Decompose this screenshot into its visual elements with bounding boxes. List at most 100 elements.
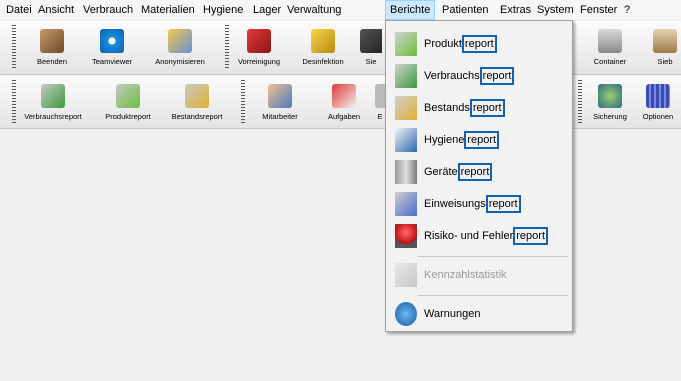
extra-button[interactable]: E <box>375 84 385 121</box>
product-report-icon <box>116 84 140 108</box>
toolbar-grip[interactable] <box>12 80 16 124</box>
menu-item-label: Geräte <box>424 166 458 178</box>
highlight-box: report <box>485 195 521 213</box>
disinfection-icon <box>311 29 335 53</box>
highlight-box: report <box>461 35 497 53</box>
bestandsreport-button[interactable]: Bestandsreport <box>166 84 228 121</box>
sicherung-label: Sicherung <box>593 112 627 121</box>
menu-item-risikoreport[interactable]: Risiko- und Fehler report <box>386 220 572 252</box>
device-report-icon <box>395 160 417 184</box>
statistics-icon <box>395 263 417 287</box>
menu-item-produktreport[interactable]: Produkt report <box>386 28 572 60</box>
menu-verbrauch[interactable]: Verbrauch <box>79 0 137 20</box>
menu-item-hygienereport[interactable]: Hygiene report <box>386 124 572 156</box>
menu-item-verbrauchsreport[interactable]: Verbrauchs report <box>386 60 572 92</box>
verbrauchsreport-button[interactable]: Verbrauchsreport <box>18 84 88 121</box>
menu-help[interactable]: ? <box>620 0 634 20</box>
optionen-button[interactable]: Optionen <box>638 84 678 121</box>
verbrauchsreport-label: Verbrauchsreport <box>24 112 82 121</box>
menu-item-label: Hygiene <box>424 134 465 146</box>
menu-item-warnungen[interactable]: Warnungen <box>386 298 572 330</box>
warning-icon <box>395 302 417 326</box>
tasks-icon <box>332 84 356 108</box>
toolbar-main: Beenden Teamviewer Anonymisieren Vorrein… <box>0 21 681 75</box>
menu-berichte[interactable]: Berichte <box>385 0 436 20</box>
aufgaben-label: Aufgaben <box>327 112 361 121</box>
menu-item-einweisungsreport[interactable]: Einweisungs report <box>386 188 572 220</box>
menu-extras[interactable]: Extras <box>496 0 535 20</box>
teamviewer-icon <box>100 29 124 53</box>
menu-ansicht[interactable]: Ansicht <box>34 0 78 20</box>
toolbar-grip[interactable] <box>241 80 245 124</box>
mitarbeiter-button[interactable]: Mitarbeiter <box>258 84 302 121</box>
alarm-light-icon <box>395 224 417 248</box>
menu-item-kennzahlstatistik: Kennzahlstatistik <box>386 259 572 291</box>
stock-report-icon <box>185 84 209 108</box>
highlight-box: report <box>513 227 549 245</box>
optionen-label: Optionen <box>642 112 674 121</box>
anonymisieren-label: Anonymisieren <box>155 57 205 66</box>
teamviewer-label: Teamviewer <box>91 57 132 66</box>
anonymisieren-button[interactable]: Anonymisieren <box>150 29 210 66</box>
stock-report-icon <box>395 96 417 120</box>
aufgaben-button[interactable]: Aufgaben <box>322 84 366 121</box>
hygiene-report-icon <box>395 128 417 152</box>
sterilisation-label: Sie <box>365 57 377 66</box>
menu-item-label: Warnungen <box>424 308 481 320</box>
extra-icon <box>375 84 385 108</box>
menu-system[interactable]: System <box>533 0 578 20</box>
toolbar-grip[interactable] <box>225 25 229 69</box>
menu-patienten[interactable]: Patienten <box>438 0 492 20</box>
menu-item-label: Einweisungs <box>424 198 486 210</box>
menu-item-label: Bestands <box>424 102 470 114</box>
menu-datei[interactable]: Datei <box>2 0 36 20</box>
menu-verwaltung[interactable]: Verwaltung <box>283 0 345 20</box>
menu-item-geraetereport[interactable]: Geräte report <box>386 156 572 188</box>
sterilisation-button[interactable]: Sie <box>360 29 382 66</box>
beenden-button[interactable]: Beenden <box>32 29 72 66</box>
exit-icon <box>40 29 64 53</box>
desinfektion-button[interactable]: Desinfektion <box>300 29 346 66</box>
menu-item-label: Verbrauchs <box>424 70 480 82</box>
vorreinigung-button[interactable]: Vorreinigung <box>235 29 283 66</box>
menu-materialien[interactable]: Materialien <box>137 0 199 20</box>
instruction-report-icon <box>395 192 417 216</box>
highlight-box: report <box>457 163 493 181</box>
menu-item-bestandsreport[interactable]: Bestands report <box>386 92 572 124</box>
berichte-dropdown: Produkt report Verbrauchs report Bestands r… <box>385 20 573 332</box>
menu-bar: Datei Ansicht Verbrauch Materialien Hygi… <box>0 0 681 20</box>
menu-fenster[interactable]: Fenster <box>576 0 621 20</box>
menu-item-label: Risiko- und Fehler <box>424 230 514 242</box>
container-button[interactable]: Container <box>590 29 630 66</box>
menu-hygiene[interactable]: Hygiene <box>199 0 247 20</box>
toolbar-grip[interactable] <box>578 80 582 124</box>
sterilization-icon <box>360 29 382 53</box>
desinfektion-label: Desinfektion <box>302 57 344 66</box>
beenden-label: Beenden <box>36 57 68 66</box>
options-icon <box>646 84 670 108</box>
menu-item-label: Kennzahlstatistik <box>424 269 507 281</box>
sicherung-button[interactable]: Sicherung <box>588 84 632 121</box>
produktreport-button[interactable]: Produktreport <box>100 84 156 121</box>
highlight-box: report <box>479 67 515 85</box>
usage-report-icon <box>41 84 65 108</box>
sieve-icon <box>653 29 677 53</box>
vorreinigung-label: Vorreinigung <box>237 57 281 66</box>
menu-lager[interactable]: Lager <box>249 0 285 20</box>
container-icon <box>598 29 622 53</box>
toolbar-grip[interactable] <box>12 25 16 69</box>
mitarbeiter-label: Mitarbeiter <box>262 112 298 121</box>
bestandsreport-label: Bestandsreport <box>171 112 223 121</box>
backup-icon <box>598 84 622 108</box>
sieb-button[interactable]: Sieb <box>648 29 681 66</box>
produktreport-label: Produktreport <box>105 112 151 121</box>
teamviewer-button[interactable]: Teamviewer <box>88 29 136 66</box>
pre-cleaning-icon <box>247 29 271 53</box>
usage-report-icon <box>395 64 417 88</box>
menu-separator <box>418 256 568 257</box>
sieb-label: Sieb <box>657 57 673 66</box>
employee-icon <box>268 84 292 108</box>
highlight-box: report <box>469 99 505 117</box>
toolbar-reports: Verbrauchsreport Produktreport Bestandsr… <box>0 76 681 129</box>
workspace <box>0 129 681 381</box>
